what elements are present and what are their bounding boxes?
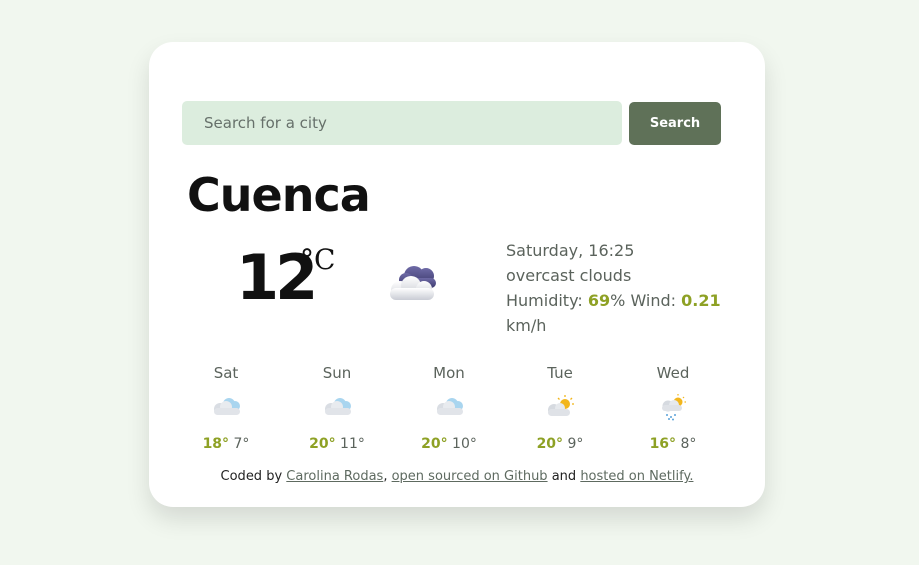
wind-label: Wind: <box>630 291 677 310</box>
forecast-temps: 20° 10° <box>399 434 499 454</box>
forecast-min: 10° <box>452 436 477 452</box>
forecast-min: 8° <box>680 436 697 452</box>
forecast-temps: 20° 9° <box>510 434 610 454</box>
forecast-day-name: Tue <box>547 364 573 382</box>
forecast-day: Sat 18° 7° <box>176 362 276 454</box>
footer-and: and <box>551 469 577 484</box>
forecast-day-name: Sun <box>322 364 352 382</box>
search-button[interactable]: Search <box>629 102 721 145</box>
netlify-link[interactable]: hosted on Netlify. <box>580 469 693 484</box>
forecast-max: 20° <box>536 436 564 452</box>
weather-description: overcast clouds <box>506 266 632 285</box>
humidity-value: 69 <box>587 291 611 310</box>
humidity-label: Humidity: <box>506 291 583 310</box>
partly-sunny-icon <box>548 395 574 416</box>
wind-value: 0.21 <box>681 291 721 310</box>
forecast: Sat 18° 7° Sun 20° 11° Mon 20° 10° Tue 2… <box>179 362 739 462</box>
forecast-temps: 18° 7° <box>176 434 276 454</box>
overcast-clouds-icon <box>390 266 436 300</box>
city-name: Cuenca <box>187 168 371 222</box>
forecast-max: 20° <box>421 436 448 452</box>
forecast-max: 20° <box>309 436 336 452</box>
wind-unit: km/h <box>506 316 547 335</box>
forecast-max: 18° <box>202 436 230 452</box>
footer: Coded by Carolina Rodas, open sourced on… <box>149 469 765 484</box>
forecast-day: Mon 20° 10° <box>399 362 499 454</box>
light-clouds-icon <box>214 398 240 415</box>
forecast-max: 16° <box>649 436 677 452</box>
humidity-unit: % <box>610 291 626 310</box>
forecast-day-name: Sat <box>213 364 239 382</box>
forecast-temps: 16° 8° <box>623 434 723 454</box>
forecast-min: 11° <box>340 436 365 452</box>
sun-rain-icon <box>662 394 686 421</box>
weather-details: Saturday, 16:25 overcast clouds Humidity… <box>506 238 726 338</box>
forecast-min: 7° <box>233 436 250 452</box>
weather-card: Search Cuenca 12 °C Satu <box>149 42 765 507</box>
search-input[interactable] <box>182 101 622 145</box>
github-link[interactable]: open sourced on Github <box>392 469 548 484</box>
footer-prefix: Coded by <box>220 469 283 484</box>
footer-comma: , <box>383 469 388 484</box>
light-clouds-icon <box>437 398 463 415</box>
date-time: Saturday, 16:25 <box>506 241 635 260</box>
forecast-temps: 20° 11° <box>287 434 387 454</box>
forecast-day-name: Mon <box>433 364 465 382</box>
forecast-day-name: Wed <box>656 364 690 382</box>
search-form: Search <box>182 101 721 145</box>
forecast-day: Sun 20° 11° <box>287 362 387 454</box>
humidity-wind: Humidity: 69% Wind: 0.21 km/h <box>506 288 726 338</box>
light-clouds-icon <box>325 398 351 415</box>
author-link[interactable]: Carolina Rodas <box>286 469 383 484</box>
forecast-day: Tue 20° 9° <box>510 362 610 454</box>
temperature-unit: °C <box>300 243 336 276</box>
forecast-day: Wed 16° 8° <box>623 362 723 454</box>
forecast-min: 9° <box>567 436 584 452</box>
